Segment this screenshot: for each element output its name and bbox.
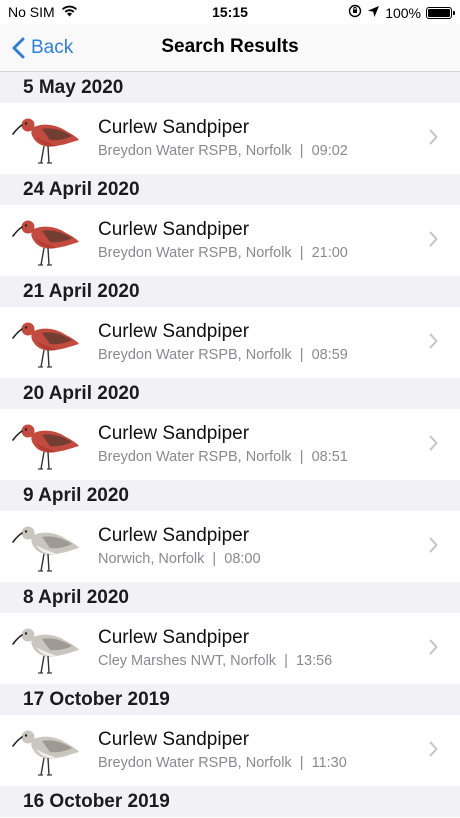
chevron-right-icon [429,741,438,762]
sighting-details: Breydon Water RSPB, Norfolk | 08:51 [98,449,348,465]
back-label: Back [31,37,74,58]
time-label: 21:00 [311,245,348,261]
sighting-details: Cley Marshes NWT, Norfolk | 13:56 [98,653,332,669]
section-header-date: 9 April 2020 [0,480,460,511]
sighting-row[interactable]: Curlew Sandpiper Cley Marshes NWT, Norfol… [0,613,460,684]
bird-thumbnail [12,721,80,781]
time-label: 11:30 [311,755,347,771]
section-header-date: 5 May 2020 [0,72,460,103]
time-label: 08:51 [311,449,348,465]
location-arrow-icon [367,5,380,21]
separator: | [291,449,312,465]
bird-thumbnail [12,211,80,271]
chevron-right-icon [429,129,438,150]
bird-thumbnail [12,109,80,169]
section-header-date: 8 April 2020 [0,582,460,613]
battery-fill [428,8,450,17]
location-label: Breydon Water RSPB, Norfolk [98,245,292,261]
sighting-row[interactable]: Curlew Sandpiper Breydon Water RSPB, Norf… [0,307,460,378]
sighting-details: Breydon Water RSPB, Norfolk | 11:30 [98,755,347,771]
sighting-row[interactable]: Curlew Sandpiper Breydon Water RSPB, Norf… [0,715,460,786]
time-label: 08:59 [311,347,348,363]
sighting-row[interactable]: Curlew Sandpiper Breydon Water RSPB, Norf… [0,409,460,480]
chevron-right-icon [429,231,438,252]
location-label: Cley Marshes NWT, Norfolk [98,653,277,669]
bird-thumbnail [12,517,80,577]
sighting-details: Norwich, Norfolk | 08:00 [98,551,261,567]
location-label: Breydon Water RSPB, Norfolk [98,347,292,363]
bird-thumbnail [12,619,80,679]
sighting-details: Breydon Water RSPB, Norfolk | 09:02 [98,143,348,159]
status-bar: No SIM 15:15 100% [0,0,460,24]
chevron-right-icon [429,639,438,660]
species-name: Curlew Sandpiper [98,423,250,444]
location-label: Breydon Water RSPB, Norfolk [98,755,292,771]
chevron-right-icon [429,537,438,558]
section-header-date: 17 October 2019 [0,684,460,715]
section-header-date: 24 April 2020 [0,174,460,205]
species-name: Curlew Sandpiper [98,117,250,138]
separator: | [204,551,225,567]
location-label: Norwich, Norfolk [98,551,205,567]
sighting-details: Breydon Water RSPB, Norfolk | 21:00 [98,245,348,261]
back-button[interactable]: Back [12,32,73,64]
separator: | [291,245,312,261]
section-header-date: 20 April 2020 [0,378,460,409]
location-label: Breydon Water RSPB, Norfolk [98,143,292,159]
time-label: 08:00 [224,551,261,567]
battery-icon [426,6,455,19]
separator: | [276,653,296,669]
species-name: Curlew Sandpiper [98,729,250,750]
location-label: Breydon Water RSPB, Norfolk [98,449,292,465]
sighting-row[interactable]: Curlew Sandpiper Breydon Water RSPB, Norf… [0,103,460,174]
chevron-left-icon [12,37,25,59]
results-list: 5 May 2020 Curlew Sandpiper Breydon Water … [0,72,460,817]
separator: | [291,755,312,771]
navigation-bar: Back Search Results [0,24,460,72]
chevron-right-icon [429,435,438,456]
sighting-details: Breydon Water RSPB, Norfolk | 08:59 [98,347,348,363]
battery-percent: 100% [385,4,421,21]
species-name: Curlew Sandpiper [98,321,250,342]
time-label: 13:56 [295,653,333,669]
section-header-date: 21 April 2020 [0,276,460,307]
separator: | [291,143,312,159]
species-name: Curlew Sandpiper [98,219,250,240]
sighting-row[interactable]: Curlew Sandpiper Norwich, Norfolk | 08:00 [0,511,460,582]
bird-thumbnail [12,415,80,475]
status-right: 100% [348,4,455,21]
species-name: Curlew Sandpiper [98,627,250,648]
separator: | [291,347,312,363]
time-label: 09:02 [311,143,348,159]
bird-thumbnail [12,313,80,373]
orientation-lock-icon [348,4,362,21]
sighting-row[interactable]: Curlew Sandpiper Breydon Water RSPB, Norf… [0,205,460,276]
species-name: Curlew Sandpiper [98,525,250,546]
section-header-date: 16 October 2019 [0,786,460,817]
chevron-right-icon [429,333,438,354]
